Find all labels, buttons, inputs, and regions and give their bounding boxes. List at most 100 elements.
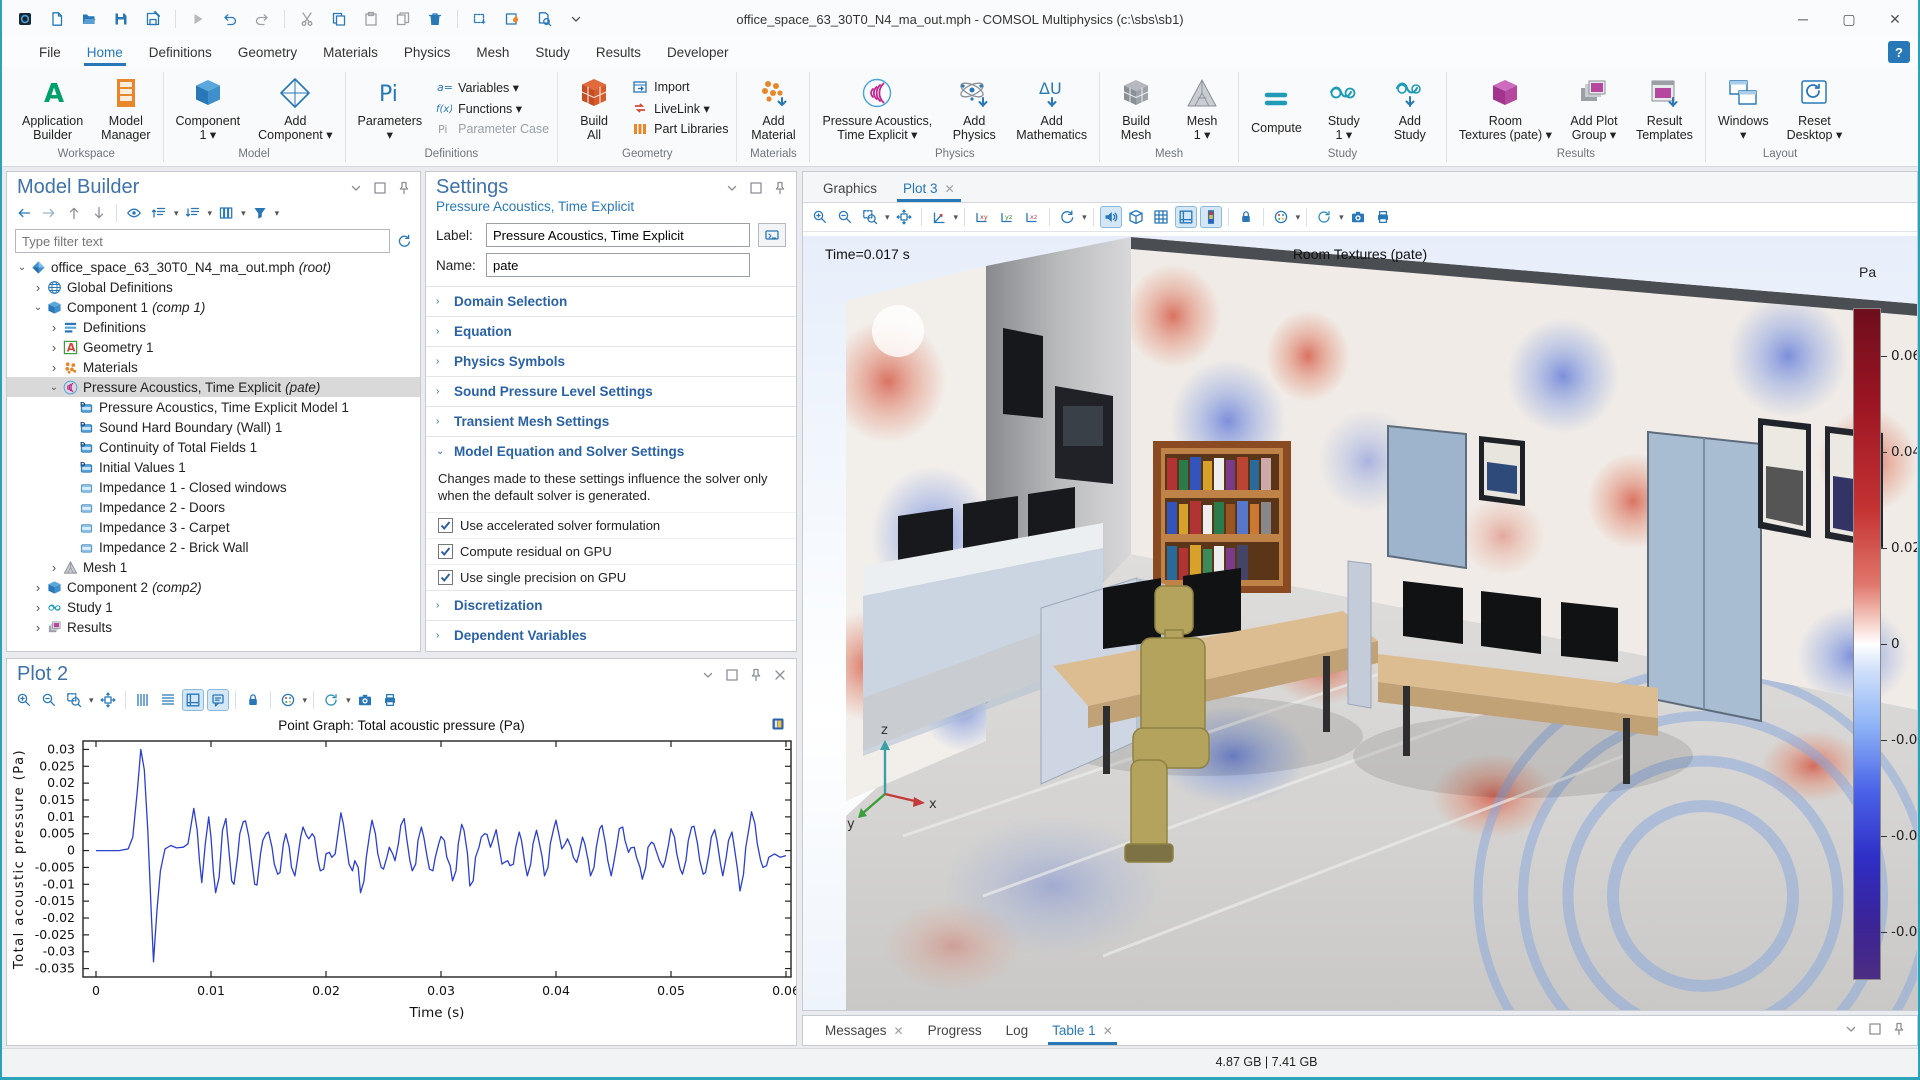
tree-node[interactable]: Impedance 3 - Carpet <box>7 517 420 537</box>
refresh-icon[interactable] <box>396 233 412 249</box>
tab-close-icon[interactable]: ✕ <box>894 1024 904 1038</box>
windows-button[interactable]: Windows ▾ <box>1714 73 1773 144</box>
qa-select-box-button[interactable] <box>467 6 493 32</box>
menu-home[interactable]: Home <box>74 38 136 66</box>
tree-expander-icon[interactable]: › <box>31 280 45 295</box>
view-yz-button[interactable]: yz <box>996 206 1018 228</box>
tab-progress[interactable]: Progress <box>916 1017 994 1045</box>
checkbox[interactable] <box>438 570 453 585</box>
tree-expander-icon[interactable]: › <box>47 320 61 335</box>
reset-desktop-button[interactable]: Reset Desktop ▾ <box>1783 73 1847 144</box>
view-xy-button[interactable]: xy <box>971 206 993 228</box>
point-graph-chart[interactable]: 0.03 0.025 0.02 0.015 0.01 0.005 0 -0.005 -0.01-… <box>7 733 800 1036</box>
plot-settings-icon[interactable] <box>770 716 786 732</box>
qa-save-as-button[interactable] <box>140 6 166 32</box>
view-xz-button[interactable]: xz <box>1021 206 1043 228</box>
close-x-button[interactable] <box>772 667 788 683</box>
graphics-canvas[interactable]: z x y Time=0.017 s Room Textures (pate) … <box>803 236 1917 1010</box>
float-button[interactable] <box>724 667 740 683</box>
tree-node[interactable]: D Pressure Acoustics, Time Explicit Model… <box>7 397 420 417</box>
columns-button[interactable] <box>215 202 237 224</box>
menu-developer[interactable]: Developer <box>654 38 742 66</box>
down-button[interactable] <box>88 202 110 224</box>
tree-expander-icon[interactable]: › <box>31 580 45 595</box>
settings-section-domain-selection[interactable]: › Domain Selection <box>426 286 796 316</box>
qa-overflow-chevron-button[interactable] <box>563 6 589 32</box>
livelink-button[interactable]: LiveLink ▾ <box>632 100 728 116</box>
tree-expander-icon[interactable]: › <box>47 560 61 575</box>
dropdown-arrow-icon[interactable]: ▾ <box>303 695 308 706</box>
model-manager-button[interactable]: Model Manager <box>97 73 154 144</box>
view-orientation-button[interactable] <box>928 206 950 228</box>
qa-save-button[interactable] <box>108 6 134 32</box>
qa-run-button[interactable] <box>185 6 211 32</box>
checkbox[interactable] <box>438 544 453 559</box>
pin-button[interactable] <box>748 667 764 683</box>
grid-x-button[interactable] <box>132 689 154 711</box>
scene-refresh-button[interactable] <box>320 689 342 711</box>
dropdown-arrow-icon[interactable]: ▾ <box>174 208 179 219</box>
back-button[interactable] <box>13 202 35 224</box>
filter-button[interactable] <box>249 202 271 224</box>
filter-input[interactable] <box>15 229 390 253</box>
forward-button[interactable] <box>38 202 60 224</box>
tree-node[interactable]: › Results <box>7 617 420 637</box>
dropdown-arrow-icon[interactable]: ▾ <box>275 208 280 219</box>
functions-button[interactable]: f(x) Functions ▾ <box>436 100 549 116</box>
add-math-button[interactable]: ΔU Add Mathematics <box>1012 73 1091 144</box>
zoom-box-button[interactable] <box>859 206 881 228</box>
tree-node[interactable]: › Mesh 1 <box>7 557 420 577</box>
tree-node[interactable]: D Initial Values 1 <box>7 457 420 477</box>
tab-plot-3[interactable]: Plot 3 ✕ <box>891 176 967 202</box>
color-palette-button[interactable] <box>1270 206 1292 228</box>
tree-node[interactable]: › Materials <box>7 357 420 377</box>
build-mesh-button[interactable]: Build Mesh <box>1108 73 1164 144</box>
speaker-button[interactable] <box>1099 206 1122 228</box>
result-templates-button[interactable]: Result Templates <box>1632 73 1697 144</box>
variables-button[interactable]: a= Variables ▾ <box>436 79 549 95</box>
float-button[interactable] <box>1867 1021 1883 1037</box>
rename-button[interactable] <box>758 223 786 247</box>
tree-expander-icon[interactable]: ⌄ <box>31 302 45 313</box>
dropdown-arrow-icon[interactable]: ▾ <box>954 212 959 223</box>
add-component-button[interactable]: Add Component ▾ <box>254 73 336 144</box>
settings-section-discretization[interactable]: › Discretization <box>426 590 796 620</box>
move-down-button[interactable] <box>182 202 204 224</box>
tab-table-1[interactable]: Table 1 ✕ <box>1040 1017 1125 1045</box>
tree-node[interactable]: Impedance 2 - Doors <box>7 497 420 517</box>
qa-copy-button[interactable] <box>326 6 352 32</box>
qa-cut-button[interactable] <box>294 6 320 32</box>
transparency-button[interactable] <box>1125 206 1147 228</box>
minimize-button[interactable]: ─ <box>1780 0 1826 38</box>
tree-node[interactable]: ⌄ Component 1 (comp 1) <box>7 297 420 317</box>
pin-button[interactable] <box>396 180 412 196</box>
qa-open-file-button[interactable] <box>76 6 102 32</box>
qa-undo-button[interactable] <box>217 6 243 32</box>
lock-button[interactable] <box>1235 206 1257 228</box>
acoustics-button[interactable]: Pressure Acoustics, Time Explicit ▾ <box>818 73 936 144</box>
tree-node[interactable]: Impedance 1 - Closed windows <box>7 477 420 497</box>
help-button[interactable]: ? <box>1888 41 1910 63</box>
add-plot-group-button[interactable]: Add Plot Group ▾ <box>1566 73 1622 144</box>
tree-node[interactable]: ⌄ Pressure Acoustics, Time Explicit (pate) <box>7 377 420 397</box>
tree-expander-icon[interactable]: ⌄ <box>15 262 29 273</box>
print-button[interactable] <box>1372 206 1394 228</box>
color-palette-button[interactable] <box>277 689 299 711</box>
settings-section-equation[interactable]: › Equation <box>426 316 796 346</box>
add-material-button[interactable]: Add Material <box>745 73 801 144</box>
pin-button[interactable] <box>772 180 788 196</box>
part-libraries-button[interactable]: Part Libraries <box>632 121 728 137</box>
menu-file[interactable]: File <box>26 38 74 66</box>
print-button[interactable] <box>379 689 401 711</box>
axes-button[interactable] <box>181 689 204 711</box>
dropdown-arrow-icon[interactable]: ▾ <box>208 208 213 219</box>
dropdown-arrow-icon[interactable]: ▾ <box>1082 212 1087 223</box>
app-builder-button[interactable]: A Application Builder <box>18 73 87 144</box>
qa-new-file-button[interactable] <box>44 6 70 32</box>
annotation-button[interactable] <box>206 689 229 711</box>
float-button[interactable] <box>372 180 388 196</box>
zoom-extents-button[interactable] <box>97 689 119 711</box>
tree-node[interactable]: D Sound Hard Boundary (Wall) 1 <box>7 417 420 437</box>
close-button[interactable]: ✕ <box>1872 0 1918 38</box>
tree-node[interactable]: ⌄ office_space_63_30T0_N4_ma_out.mph (root… <box>7 257 420 277</box>
